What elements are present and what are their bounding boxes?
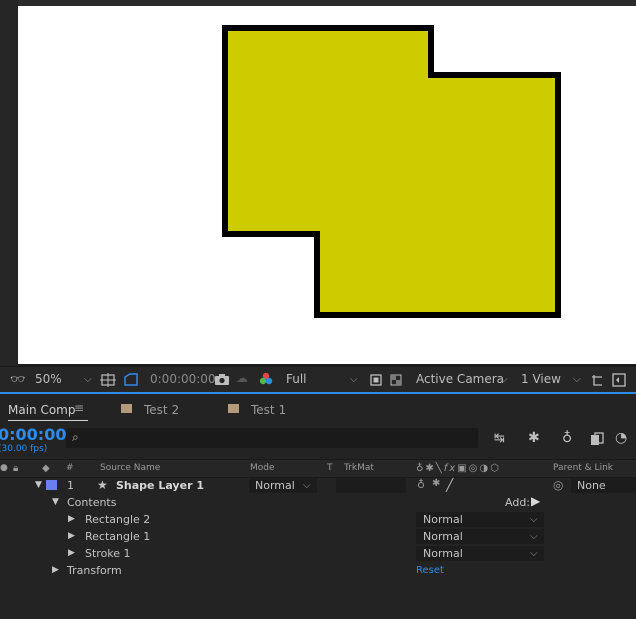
parent-link-column[interactable]: Parent & Link xyxy=(553,463,613,473)
collapse-triangle-icon[interactable]: ▶ xyxy=(52,565,59,575)
parent-select[interactable]: None xyxy=(571,478,636,493)
shape-layer-star-icon: ★ xyxy=(97,478,108,492)
fast-previews-icon[interactable] xyxy=(612,373,626,387)
preserve-transparency-column[interactable]: T xyxy=(327,463,333,473)
chevron-down-icon: ⌵ xyxy=(530,548,538,559)
current-time-indicator[interactable]: 0:00:00 xyxy=(0,425,66,444)
reset-transform-link[interactable]: Reset xyxy=(416,565,444,576)
track-matte-column[interactable]: TrkMat xyxy=(344,463,374,473)
collapse-triangle-icon[interactable]: ▶ xyxy=(68,531,75,541)
region-of-interest-icon[interactable] xyxy=(370,374,382,386)
contents-row[interactable]: ▼ Contents Add: ▶︎ xyxy=(0,494,636,511)
panel-menu-icon[interactable]: ≡ xyxy=(74,401,84,415)
transparency-grid-icon[interactable] xyxy=(390,374,402,386)
expand-triangle-icon[interactable]: ▼ xyxy=(52,497,59,507)
transform-row[interactable]: ▶ Transform Reset xyxy=(0,562,636,579)
show-snapshot-icon[interactable]: ☁ xyxy=(236,371,248,385)
timeline-tab-strip: Main Comp ≡ Test 2 Test 1 xyxy=(0,392,636,424)
layer-name[interactable]: Shape Layer 1 xyxy=(116,479,204,492)
comp-mini-flowchart-icon[interactable]: ↹ xyxy=(494,431,505,446)
contents-label[interactable]: Contents xyxy=(67,496,116,509)
parent-value: None xyxy=(577,479,606,492)
shy-switch-icon[interactable]: ♁ xyxy=(417,478,425,491)
viewer-left-edge xyxy=(0,0,18,366)
chevron-down-icon[interactable]: ⌵ xyxy=(350,374,358,385)
preview-glasses-icon[interactable]: 👓︎ xyxy=(10,372,25,386)
layer-row[interactable]: ▼ 1 ★ Shape Layer 1 Normal ⌵ ♁ ✱ ╱ ◎ Non… xyxy=(0,477,636,494)
add-label: Add: xyxy=(505,496,531,509)
viewer-toolbar: 👓︎ 50% ⌵ 0:00:00:00 ☁ Full ⌵ Active Came… xyxy=(0,366,636,393)
content-mode-value: Normal xyxy=(423,547,463,560)
magnification-value[interactable]: 50% xyxy=(35,372,62,386)
frame-blending-icon[interactable] xyxy=(590,432,604,446)
shape-layer-graphic[interactable] xyxy=(18,6,636,364)
collapse-switch-icon[interactable]: ✱ xyxy=(432,478,440,489)
layer-number-column[interactable]: # xyxy=(66,463,74,473)
comp-label-swatch xyxy=(228,404,239,413)
chevron-down-icon: ⌵ xyxy=(303,480,311,491)
content-mode-value: Normal xyxy=(423,513,463,526)
content-mode-value: Normal xyxy=(423,530,463,543)
content-mode-select[interactable]: Normal ⌵ xyxy=(416,529,544,544)
tab-main-comp[interactable]: Main Comp xyxy=(8,403,76,417)
content-item-name[interactable]: Rectangle 2 xyxy=(85,513,150,526)
chevron-down-icon[interactable]: ⌵ xyxy=(573,374,581,385)
video-switch-column-icon[interactable]: ● xyxy=(0,463,8,473)
layer-mode-select[interactable]: Normal ⌵ xyxy=(249,478,317,493)
list-item[interactable]: ▶ Rectangle 1 Normal ⌵ xyxy=(0,528,636,545)
content-item-name[interactable]: Rectangle 1 xyxy=(85,530,150,543)
color-channels-icon[interactable] xyxy=(259,372,273,387)
resolution-select[interactable]: Full xyxy=(286,372,307,386)
list-item[interactable]: ▶ Rectangle 2 Normal ⌵ xyxy=(0,511,636,528)
transform-label[interactable]: Transform xyxy=(67,564,122,577)
content-item-name[interactable]: Stroke 1 xyxy=(85,547,131,560)
layer-column-header: ● 🔒︎ ◆ # Source Name Mode T TrkMat ♁✱╲fx… xyxy=(0,459,636,478)
active-tab-underline xyxy=(8,420,88,421)
view-layout-select[interactable]: 1 View xyxy=(521,372,561,386)
switches-column-icons[interactable]: ♁✱╲fx▣◎◑⬡ xyxy=(416,463,501,474)
mode-column[interactable]: Mode xyxy=(250,463,275,473)
content-mode-select[interactable]: Normal ⌵ xyxy=(416,546,544,561)
layer-label-color[interactable] xyxy=(46,480,57,490)
chevron-down-icon[interactable]: ⌵ xyxy=(500,374,508,385)
frame-rate-label: (30.00 fps) xyxy=(0,444,48,454)
chevron-down-icon: ⌵ xyxy=(530,531,538,542)
shape-layer-path xyxy=(222,25,561,318)
shy-layers-icon[interactable]: ♁ xyxy=(562,430,572,446)
composition-canvas[interactable] xyxy=(18,6,636,364)
track-matte-select[interactable] xyxy=(336,478,406,493)
source-name-column[interactable]: Source Name xyxy=(100,463,160,473)
quality-switch-icon[interactable]: ╱ xyxy=(446,478,453,492)
mask-visibility-icon[interactable] xyxy=(122,372,140,387)
label-column-icon[interactable]: ◆ xyxy=(42,463,50,474)
snapshot-camera-icon[interactable] xyxy=(214,373,230,386)
collapse-triangle-icon[interactable]: ▶ xyxy=(68,548,75,558)
chevron-down-icon[interactable]: ⌵ xyxy=(84,374,92,385)
tab-test-2[interactable]: Test 2 xyxy=(144,403,179,417)
timeline-header: 0:00:00 (30.00 fps) ⌕ ↹ ✱ ♁ ◔ xyxy=(0,422,636,458)
add-menu-icon[interactable]: ▶︎ xyxy=(531,494,540,508)
layer-search-input[interactable]: ⌕ xyxy=(66,428,478,448)
content-mode-select[interactable]: Normal ⌵ xyxy=(416,512,544,527)
comp-label-swatch xyxy=(121,404,132,413)
expand-triangle-icon[interactable]: ▼ xyxy=(35,480,42,490)
pick-whip-icon[interactable]: ◎ xyxy=(553,478,563,492)
lock-column-icon[interactable]: 🔒︎ xyxy=(13,463,18,474)
grid-guides-icon[interactable] xyxy=(100,373,116,387)
search-icon: ⌕ xyxy=(72,430,79,444)
draft-3d-icon[interactable]: ✱ xyxy=(528,430,540,446)
tab-test-1[interactable]: Test 1 xyxy=(251,403,286,417)
collapse-triangle-icon[interactable]: ▶ xyxy=(68,514,75,524)
active-camera-select[interactable]: Active Camera xyxy=(416,372,504,386)
motion-blur-icon[interactable]: ◔ xyxy=(615,430,627,446)
list-item[interactable]: ▶ Stroke 1 Normal ⌵ xyxy=(0,545,636,562)
chevron-down-icon: ⌵ xyxy=(530,514,538,525)
layer-number: 1 xyxy=(67,479,74,492)
reset-exposure-icon[interactable] xyxy=(590,373,604,387)
current-time-display[interactable]: 0:00:00:00 xyxy=(150,372,216,386)
layer-mode-value: Normal xyxy=(255,479,295,492)
